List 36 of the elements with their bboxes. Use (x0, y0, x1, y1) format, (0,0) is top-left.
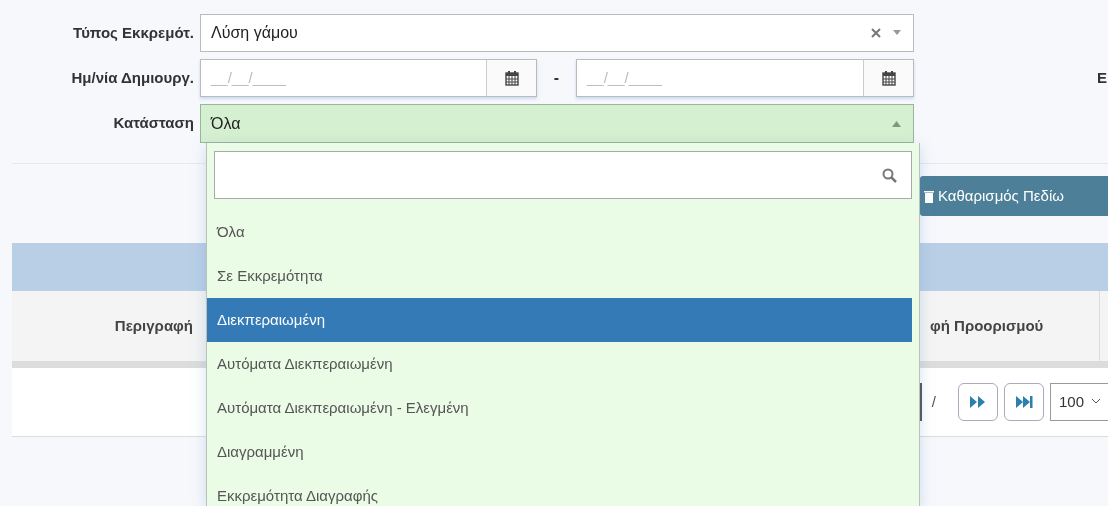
clear-icon[interactable] (871, 28, 881, 38)
field-label: Ημ/νία Δημιουργ. (70, 67, 195, 88)
field-label: Ε (1097, 67, 1108, 88)
search-field[interactable] (214, 151, 912, 199)
date-placeholder: __/__/____ (585, 67, 664, 88)
dropdown-option[interactable]: Αυτόματα Διεκπεραιωμένη (207, 342, 912, 386)
dropdown-option[interactable]: Διαγραμμένη (207, 430, 912, 474)
range-separator: - (552, 68, 561, 88)
dropdown-option[interactable]: Εκκρεμότητα Διαγραφής (207, 474, 912, 506)
dropdown-option[interactable]: Διεκπεραιωμένη (207, 298, 912, 342)
next-page-button[interactable] (958, 383, 998, 421)
pager-separator: / (931, 391, 936, 412)
calendar-button[interactable] (486, 60, 536, 96)
trash-icon (924, 189, 934, 203)
search-icon (882, 167, 897, 183)
date-placeholder: __/__/____ (209, 67, 288, 88)
field-label: Τύπος Εκκρεμότ. (72, 22, 195, 43)
fast-forward-icon (970, 396, 986, 408)
column-header[interactable]: Περιγραφή (12, 314, 193, 338)
chevron-icon (1092, 399, 1101, 405)
page-size-select[interactable]: 100 (1050, 383, 1108, 421)
status-select[interactable]: Όλα (200, 104, 914, 143)
clear-fields-button[interactable]: Καθαρισμός Πεδίω (920, 176, 1108, 216)
last-page-button[interactable] (1004, 383, 1044, 421)
dropdown-option[interactable]: Όλα (207, 210, 912, 254)
pending-type-select[interactable]: Λύση γάμου (200, 14, 914, 52)
calendar-button[interactable] (863, 60, 913, 96)
skip-to-end-icon (1015, 396, 1033, 408)
calendar-icon (881, 70, 896, 86)
column-header[interactable]: φή Προορισμού (924, 291, 1100, 361)
caret-icon (893, 30, 901, 36)
dropdown-option[interactable]: Αυτόματα Διεκπεραιωμένη - Ελεγμένη (207, 386, 912, 430)
caret-up-icon (892, 120, 901, 127)
field-label: Κατάσταση (112, 113, 195, 134)
calendar-icon (504, 70, 519, 86)
dropdown-option[interactable]: Σε Εκκρεμότητα (207, 254, 912, 298)
